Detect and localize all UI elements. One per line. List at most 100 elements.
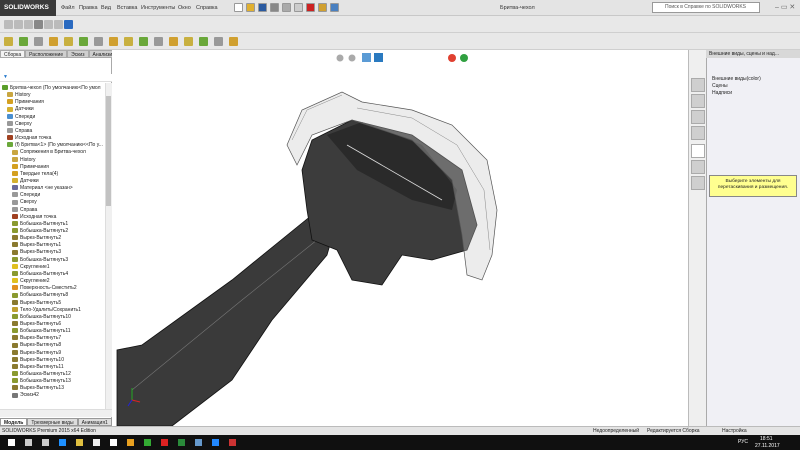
assembly-tool-icon[interactable] [124, 37, 133, 46]
tree-item-label: Материал <не указан> [20, 185, 73, 192]
clock-time[interactable]: 18:51 [760, 436, 773, 442]
language-indicator[interactable]: РУС [738, 439, 748, 445]
feature-icon [12, 228, 18, 234]
menu-5[interactable]: Окно [178, 0, 191, 16]
taskbar-app-icon[interactable] [59, 439, 66, 446]
view-palette-tab-icon[interactable] [691, 126, 705, 140]
quick-access-icon[interactable] [282, 3, 291, 12]
custom-properties-tab-icon[interactable] [691, 160, 705, 174]
feature-icon [7, 92, 13, 98]
tree-horizontal-scrollbar[interactable] [0, 409, 112, 417]
tree-item-label: Сверху [15, 120, 32, 127]
window-controls[interactable]: – ▭ ✕ [775, 3, 795, 11]
feature-icon [12, 349, 18, 355]
view-toolbar[interactable] [336, 53, 469, 62]
tree-item-label: Бобышка-Вытянуть4 [20, 270, 69, 277]
taskbar-app-icon[interactable] [161, 439, 168, 446]
toolbar-icon[interactable] [34, 20, 43, 29]
feature-icon [12, 213, 18, 219]
taskbar-app-icon[interactable] [127, 439, 134, 446]
taskbar-app-icon[interactable] [195, 439, 202, 446]
toolbar-icon[interactable] [44, 20, 53, 29]
command-tab[interactable]: Сборка [0, 50, 26, 58]
menu-2[interactable]: Вид [101, 0, 111, 16]
tree-item-label: Вырез-Вытянуть9 [20, 349, 62, 356]
taskbar-app-icon[interactable] [25, 439, 32, 446]
tree-item-label: Скругление2 [20, 278, 50, 285]
bottom-tab[interactable]: Модель [0, 418, 28, 426]
command-tab[interactable]: Эскиз [67, 50, 89, 58]
feature-icon [12, 292, 18, 298]
tree-item-label: Вырез-Вытянуть6 [20, 320, 62, 327]
feature-icon [12, 263, 18, 269]
tree-item-label: Примечания [15, 99, 44, 106]
assembly-tool-icon[interactable] [79, 37, 88, 46]
assembly-tool-icon[interactable] [4, 37, 13, 46]
task-pane-item-decals[interactable]: Надписи [712, 90, 732, 97]
toolbar-icon[interactable] [24, 20, 33, 29]
resources-tab-icon[interactable] [691, 78, 705, 92]
graphics-viewport[interactable] [112, 50, 688, 426]
menu-3[interactable]: Вставка [117, 0, 137, 16]
feature-icon [12, 385, 18, 391]
taskbar-app-icon[interactable] [42, 439, 49, 446]
file-explorer-tab-icon[interactable] [691, 110, 705, 124]
forum-tab-icon[interactable] [691, 176, 705, 190]
filter-icon[interactable]: ▼ [0, 74, 112, 82]
quick-access-icon[interactable] [234, 3, 243, 12]
command-tab[interactable]: Расположение [25, 50, 68, 58]
assembly-tool-icon[interactable] [169, 37, 178, 46]
assembly-tool-icon[interactable] [139, 37, 148, 46]
tree-item[interactable]: Эскиз42 [0, 392, 39, 399]
clock-date[interactable]: 27.11.2017 [755, 443, 780, 449]
design-library-tab-icon[interactable] [691, 94, 705, 108]
quick-access-icon[interactable] [270, 3, 279, 12]
quick-access-icon[interactable] [318, 3, 327, 12]
assembly-tool-icon[interactable] [19, 37, 28, 46]
taskbar-app-icon[interactable] [110, 439, 117, 446]
quick-access-icon[interactable] [246, 3, 255, 12]
tree-item-label: Спереди [20, 192, 41, 199]
task-pane-item-appearances[interactable]: Внешние виды(color) [712, 76, 761, 83]
assembly-tool-icon[interactable] [64, 37, 73, 46]
task-pane-nav-icons[interactable] [710, 60, 796, 70]
quick-access-icon[interactable] [330, 3, 339, 12]
tree-item-label: Бобышка-Вытянуть3 [20, 256, 69, 263]
feature-icon [12, 392, 18, 398]
quick-access-icon[interactable] [258, 3, 267, 12]
assembly-tool-icon[interactable] [184, 37, 193, 46]
taskbar-app-icon[interactable] [8, 439, 15, 446]
task-pane-item-scenes[interactable]: Сцены [712, 83, 728, 90]
assembly-tool-icon[interactable] [94, 37, 103, 46]
menu-1[interactable]: Правка [79, 0, 98, 16]
assembly-tool-icon[interactable] [109, 37, 118, 46]
assembly-tool-icon[interactable] [49, 37, 58, 46]
assembly-tool-icon[interactable] [214, 37, 223, 46]
help-search-input[interactable]: Поиск в Справке по SOLIDWORKS [652, 2, 760, 13]
bottom-tab[interactable]: Анимация1 [77, 418, 112, 426]
tree-item-label: Тело-Удалить/Сохранить1 [20, 306, 81, 313]
taskbar-app-icon[interactable] [93, 439, 100, 446]
taskbar-app-icon[interactable] [76, 439, 83, 446]
taskbar-app-icon[interactable] [144, 439, 151, 446]
tree-scrollbar-thumb[interactable] [106, 96, 111, 206]
assembly-tool-icon[interactable] [199, 37, 208, 46]
taskbar-app-icon[interactable] [212, 439, 219, 446]
toolbar-icon[interactable] [4, 20, 13, 29]
assembly-tool-icon[interactable] [229, 37, 238, 46]
taskbar-app-icon[interactable] [178, 439, 185, 446]
assembly-tool-icon[interactable] [154, 37, 163, 46]
menu-6[interactable]: Справка [196, 0, 218, 16]
toolbar-icon[interactable] [64, 20, 73, 29]
quick-access-icon[interactable] [306, 3, 315, 12]
toolbar-icon[interactable] [54, 20, 63, 29]
toolbar-icon[interactable] [14, 20, 23, 29]
tree-item-label: Скругление1 [20, 263, 50, 270]
appearances-tab-icon[interactable] [691, 144, 705, 158]
assembly-tool-icon[interactable] [34, 37, 43, 46]
bottom-tab[interactable]: Трехмерные виды [27, 418, 78, 426]
menu-0[interactable]: Файл [61, 0, 75, 16]
quick-access-icon[interactable] [294, 3, 303, 12]
menu-4[interactable]: Инструменты [141, 0, 175, 16]
taskbar-app-icon[interactable] [229, 439, 236, 446]
